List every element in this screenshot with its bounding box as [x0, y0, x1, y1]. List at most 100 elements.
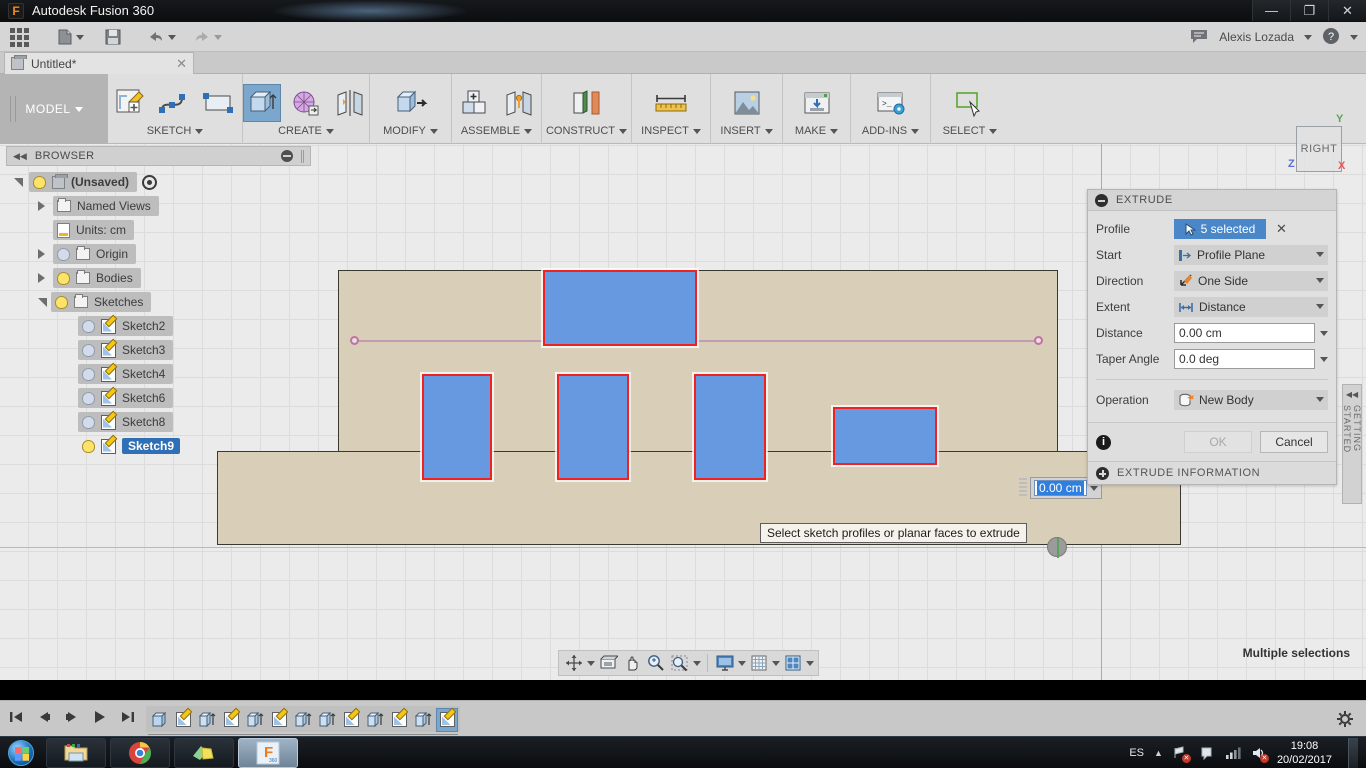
timeline-item-body[interactable] — [148, 708, 170, 732]
taper-angle-input[interactable]: 0.0 deg — [1174, 349, 1315, 369]
revolve-tool-button[interactable] — [287, 84, 325, 122]
drag-handle-icon[interactable] — [1019, 478, 1027, 496]
taskbar-google-chrome[interactable] — [110, 737, 170, 768]
press-pull-button[interactable] — [392, 84, 430, 122]
extrude-information-section[interactable]: EXTRUDE INFORMATION — [1088, 461, 1336, 484]
viewports-caret-icon[interactable] — [806, 660, 814, 666]
visibility-bulb-icon[interactable] — [82, 319, 95, 333]
go-to-beginning-button[interactable] — [8, 710, 24, 727]
visibility-bulb-icon[interactable] — [82, 415, 95, 429]
inspect-panel-label-group[interactable]: INSPECT — [641, 122, 701, 140]
collapse-dialog-icon[interactable] — [1095, 193, 1108, 207]
select-tool-button[interactable] — [951, 84, 989, 122]
comments-icon[interactable] — [1189, 28, 1209, 47]
activate-component-radio-icon[interactable] — [142, 174, 158, 190]
workspace-caret-icon[interactable] — [74, 106, 83, 112]
modify-panel-caret-icon[interactable] — [429, 128, 438, 134]
visibility-bulb-icon[interactable] — [82, 391, 95, 405]
construct-panel-caret-icon[interactable] — [619, 128, 628, 134]
tree-node-sketch6[interactable]: Sketch6 — [6, 386, 206, 410]
user-menu-caret-icon[interactable] — [1304, 34, 1312, 40]
cancel-button[interactable]: Cancel — [1260, 431, 1328, 453]
taskbar-fusion-360[interactable]: F 360 — [238, 737, 298, 768]
grid-snap-button[interactable] — [748, 653, 770, 673]
browser-resize-grip[interactable] — [301, 149, 304, 163]
insert-image-button[interactable] — [728, 84, 766, 122]
pan-button[interactable] — [621, 653, 643, 673]
profile-selection-button[interactable]: 5 selected — [1174, 219, 1266, 239]
collapse-right-icon[interactable]: ◀◀ — [1346, 390, 1358, 399]
timeline-item-sketch[interactable] — [388, 708, 410, 732]
selected-profile[interactable] — [833, 407, 937, 465]
operation-dropdown[interactable]: New Body — [1174, 390, 1328, 410]
redo-button[interactable] — [192, 26, 222, 48]
select-panel-caret-icon[interactable] — [989, 128, 998, 134]
ok-button[interactable]: OK — [1184, 431, 1252, 453]
orbit-button[interactable] — [563, 653, 585, 673]
tree-node-origin[interactable]: Origin — [6, 242, 206, 266]
sketch-line-endpoint-left[interactable] — [350, 336, 359, 345]
joint-button[interactable] — [500, 84, 538, 122]
expand-information-icon[interactable] — [1096, 466, 1109, 480]
new-document-button[interactable] — [56, 26, 84, 48]
show-desktop-button[interactable] — [1348, 737, 1358, 768]
visibility-bulb-icon[interactable] — [82, 367, 95, 381]
zoom-window-caret-icon[interactable] — [693, 660, 701, 666]
tree-node-sketch2[interactable]: Sketch2 — [6, 314, 206, 338]
visibility-bulb-icon[interactable] — [57, 271, 70, 285]
mirror-tool-button[interactable] — [331, 84, 369, 122]
tree-node-bodies[interactable]: Bodies — [6, 266, 206, 290]
selected-profile[interactable] — [557, 374, 629, 480]
user-account-name[interactable]: Alexis Lozada — [1219, 30, 1294, 44]
close-button[interactable]: ✕ — [1328, 0, 1366, 21]
create-panel-caret-icon[interactable] — [325, 128, 334, 134]
restore-button[interactable]: ❐ — [1290, 0, 1328, 21]
collapse-left-icon[interactable]: ◀◀ — [13, 151, 27, 162]
expander-right-icon[interactable] — [38, 273, 45, 283]
go-to-end-button[interactable] — [120, 710, 136, 727]
selected-profile[interactable] — [422, 374, 492, 480]
timeline-item-sketch[interactable] — [340, 708, 362, 732]
timeline-item-sketch[interactable] — [172, 708, 194, 732]
tree-node-named-views[interactable]: Named Views — [6, 194, 206, 218]
canvas-distance-caret-icon[interactable] — [1089, 485, 1098, 491]
visibility-bulb-icon[interactable] — [82, 343, 95, 357]
timeline-item-extrude[interactable] — [412, 708, 434, 732]
make-panel-label-group[interactable]: MAKE — [795, 122, 839, 140]
language-indicator[interactable]: ES — [1129, 747, 1144, 759]
display-settings-caret-icon[interactable] — [738, 660, 746, 666]
origin-point-marker[interactable] — [1047, 537, 1067, 558]
start-caret-icon[interactable] — [1316, 252, 1324, 257]
assemble-panel-label-group[interactable]: ASSEMBLE — [461, 122, 533, 140]
display-settings-button[interactable] — [714, 653, 736, 673]
volume-muted-icon[interactable]: ✕ — [1251, 745, 1269, 763]
help-icon[interactable]: ? — [1322, 27, 1340, 48]
tree-node-sketch8[interactable]: Sketch8 — [6, 410, 206, 434]
help-menu-caret-icon[interactable] — [1350, 34, 1358, 40]
visibility-bulb-icon[interactable] — [57, 247, 70, 261]
offset-plane-button[interactable] — [568, 84, 606, 122]
timeline-item-sketch[interactable] — [220, 708, 242, 732]
workspace-switcher-button[interactable]: MODEL — [0, 74, 108, 144]
visibility-bulb-icon[interactable] — [33, 175, 46, 189]
taskbar-file-explorer[interactable] — [46, 737, 106, 768]
minimize-button[interactable]: — — [1252, 0, 1290, 21]
step-back-button[interactable] — [36, 710, 52, 727]
expander-right-icon[interactable] — [38, 249, 45, 259]
scripts-addins-button[interactable]: >_ — [872, 84, 910, 122]
expander-right-icon[interactable] — [38, 201, 45, 211]
timeline-item-extrude[interactable] — [316, 708, 338, 732]
insert-panel-caret-icon[interactable] — [764, 128, 773, 134]
make-panel-caret-icon[interactable] — [830, 128, 839, 134]
zoom-button[interactable] — [645, 653, 667, 673]
signal-icon[interactable] — [1225, 745, 1241, 761]
spline-tool-button[interactable] — [156, 84, 194, 122]
grid-snap-caret-icon[interactable] — [772, 660, 780, 666]
visibility-bulb-icon[interactable] — [55, 295, 68, 309]
create-sketch-button[interactable] — [112, 84, 150, 122]
selected-profile[interactable] — [543, 270, 697, 346]
sketch-panel-caret-icon[interactable] — [195, 128, 204, 134]
extrude-dialog[interactable]: EXTRUDE Profile 5 selected ✕ Start Profi… — [1087, 189, 1337, 485]
rectangle-tool-button[interactable] — [200, 84, 238, 122]
extent-caret-icon[interactable] — [1316, 304, 1324, 309]
